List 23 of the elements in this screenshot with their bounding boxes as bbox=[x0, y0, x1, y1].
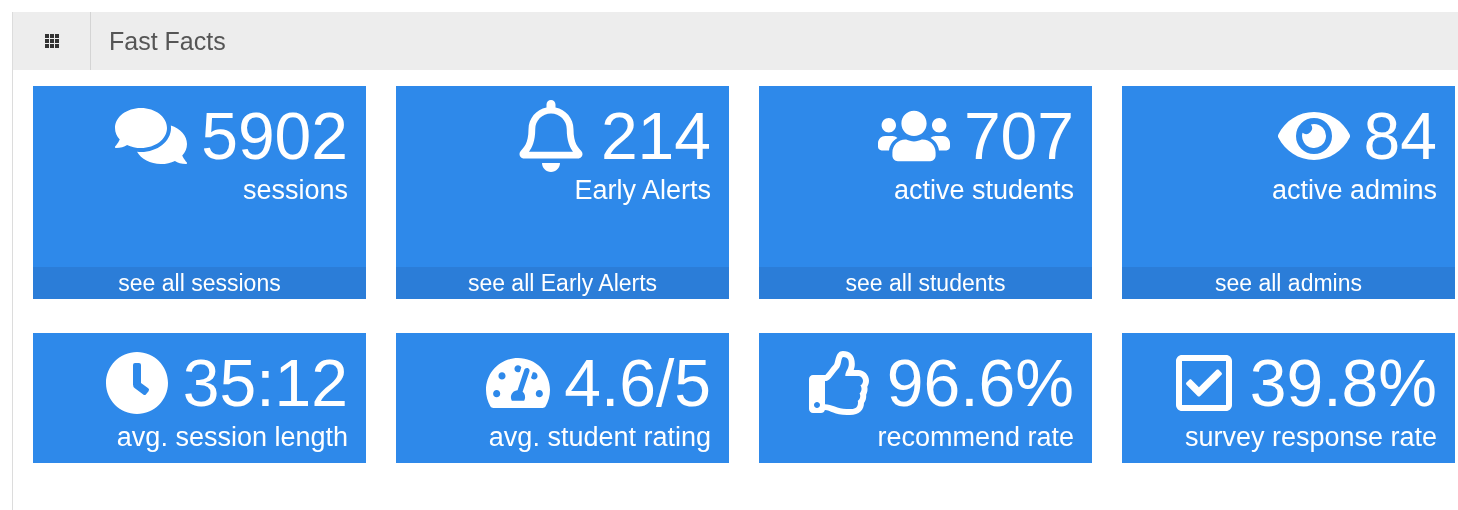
stat-value: 84 bbox=[1363, 98, 1437, 174]
see-all-link[interactable]: see all students bbox=[759, 267, 1092, 299]
stat-value: 5902 bbox=[201, 98, 348, 174]
panel-title: Fast Facts bbox=[108, 25, 226, 57]
stat-label: avg. student rating bbox=[488, 421, 711, 453]
see-all-link[interactable]: see all admins bbox=[1122, 267, 1455, 299]
clock-icon bbox=[104, 351, 169, 415]
see-all-link[interactable]: see all Early Alerts bbox=[396, 267, 729, 299]
stat-value: 707 bbox=[963, 98, 1074, 174]
stat-value: 4.6/5 bbox=[564, 345, 711, 421]
stat-label: active admins bbox=[1271, 174, 1437, 206]
grid-icon bbox=[44, 34, 59, 48]
stat-value: 39.8% bbox=[1249, 345, 1437, 421]
stat-label: recommend rate bbox=[877, 421, 1074, 453]
stat-value: 35:12 bbox=[182, 345, 348, 421]
stat-value: 96.6% bbox=[886, 345, 1074, 421]
stat-label: avg. session length bbox=[116, 421, 348, 453]
stat-label: Early Alerts bbox=[574, 174, 711, 206]
stat-label: sessions bbox=[242, 174, 348, 206]
stat-value: 214 bbox=[600, 98, 711, 174]
stat-label: active students bbox=[893, 174, 1074, 206]
see-all-link[interactable]: see all sessions bbox=[33, 267, 366, 299]
stat-label: survey response rate bbox=[1184, 421, 1437, 453]
